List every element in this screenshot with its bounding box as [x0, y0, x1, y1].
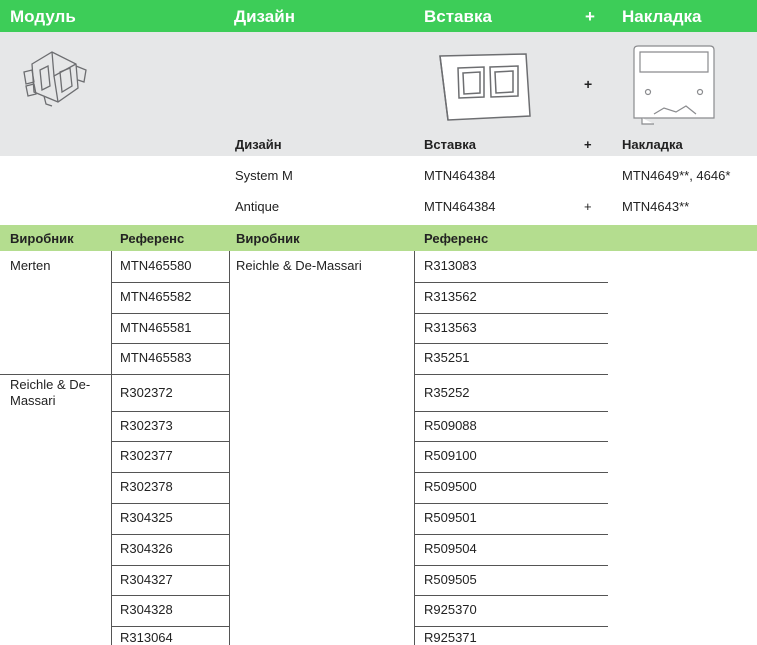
table-row: R313562: [424, 289, 477, 304]
row-divider: [415, 595, 608, 596]
header-plus: +: [585, 7, 595, 26]
table-row: R302373: [120, 418, 173, 433]
col-header-reference-right: Референс: [424, 231, 489, 246]
row-divider: [415, 472, 608, 473]
table-row: R313064: [120, 630, 173, 645]
row-divider: [112, 534, 229, 535]
row-divider: [415, 343, 608, 344]
table-row: R509500: [424, 479, 477, 494]
right-column-divider: [414, 251, 415, 645]
table-row: R304325: [120, 510, 173, 525]
table-row: R313083: [424, 258, 477, 273]
row-divider: [415, 503, 608, 504]
row-divider: [0, 374, 229, 375]
table-row: R925370: [424, 602, 477, 617]
table-row: R304328: [120, 602, 173, 617]
table-row: R509504: [424, 541, 477, 556]
subheader-design: Дизайн: [235, 137, 282, 152]
table-row: R509100: [424, 448, 477, 463]
row-divider: [415, 282, 608, 283]
row-divider: [415, 441, 608, 442]
design-row-1-cover: MTN4649**, 4646*: [622, 168, 731, 183]
row-divider: [415, 411, 608, 412]
table-row: R302378: [120, 479, 173, 494]
row-divider: [112, 565, 229, 566]
table-row: R509505: [424, 572, 477, 587]
col-header-manufacturer-right: Виробник: [236, 231, 300, 246]
table-header-bar: [0, 225, 757, 251]
keystone-module-image: [23, 51, 87, 107]
row-divider: [112, 472, 229, 473]
subheader-plus: +: [584, 137, 592, 152]
table-row: R313563: [424, 320, 477, 335]
subheader-insert: Вставка: [424, 137, 476, 152]
design-row-2-insert: MTN464384: [424, 199, 496, 214]
left-column-divider: [111, 251, 112, 645]
manufacturer-reichle-right: Reichle & De-Massari: [236, 258, 362, 273]
table-row: R509088: [424, 418, 477, 433]
row-divider: [415, 626, 608, 627]
row-divider: [112, 441, 229, 442]
col-header-manufacturer-left: Виробник: [10, 231, 74, 246]
design-row-2-cover: MTN4643**: [622, 199, 690, 214]
row-divider: [112, 411, 229, 412]
design-row-1-insert: MTN464384: [424, 168, 496, 183]
table-row: MTN465583: [120, 350, 192, 365]
table-row: R35251: [424, 350, 470, 365]
table-row: MTN465581: [120, 320, 192, 335]
center-column-divider: [229, 251, 230, 645]
table-row: R304327: [120, 572, 173, 587]
design-row-1-design: System M: [235, 168, 293, 183]
row-divider: [112, 595, 229, 596]
design-row-2-plus: +: [584, 199, 592, 214]
header-module: Модуль: [10, 7, 76, 26]
table-row: MTN465582: [120, 289, 192, 304]
row-divider: [112, 313, 229, 314]
table-row: R302377: [120, 448, 173, 463]
insert-frame-image: [439, 53, 531, 121]
table-row: R925371: [424, 630, 477, 645]
row-divider: [415, 313, 608, 314]
header-design: Дизайн: [234, 7, 295, 26]
manufacturer-merten: Merten: [10, 258, 51, 273]
row-divider: [415, 565, 608, 566]
table-row: R509501: [424, 510, 477, 525]
col-header-reference-left: Референс: [120, 231, 185, 246]
design-row-2-design: Antique: [235, 199, 280, 214]
row-divider: [112, 343, 229, 344]
header-cover: Накладка: [622, 7, 702, 26]
table-row: R35252: [424, 385, 470, 400]
manufacturer-reichle-left: Reichle & De-Massari: [10, 377, 91, 408]
row-divider: [415, 534, 608, 535]
row-divider: [112, 282, 229, 283]
table-row: R302372: [120, 385, 173, 400]
table-row: MTN465580: [120, 258, 192, 273]
row-divider: [415, 374, 608, 375]
cover-plate-image: [633, 45, 715, 125]
subheader-cover: Накладка: [622, 137, 683, 152]
table-row: R304326: [120, 541, 173, 556]
row-divider: [112, 626, 229, 627]
images-plus: +: [584, 76, 593, 92]
header-insert: Вставка: [424, 7, 492, 26]
row-divider: [112, 503, 229, 504]
